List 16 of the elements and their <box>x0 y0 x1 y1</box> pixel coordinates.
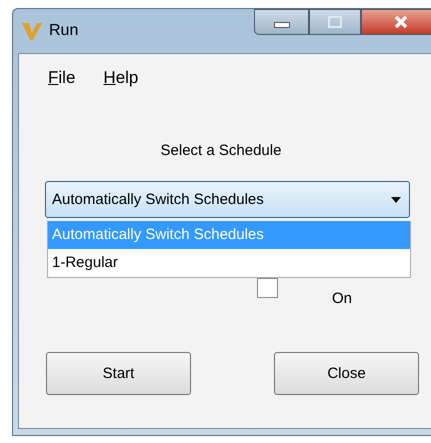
prompt-label: Select a Schedule <box>160 142 282 159</box>
v-logo-icon <box>21 21 43 41</box>
checkbox[interactable] <box>257 278 278 298</box>
minimize-button[interactable] <box>254 9 309 35</box>
checkbox-label: On <box>332 290 352 307</box>
menu-item[interactable]: File <box>48 68 76 98</box>
close-icon <box>393 15 409 29</box>
window-title: Run <box>49 22 78 40</box>
maximize-button[interactable] <box>309 9 361 35</box>
close-button[interactable] <box>361 9 431 35</box>
close-dialog-button[interactable]: Close <box>274 352 419 395</box>
start-button[interactable]: Start <box>46 352 191 395</box>
menu-item[interactable]: Help <box>103 68 138 98</box>
schedule-dropdown[interactable]: Automatically Switch Schedules <box>45 181 410 218</box>
caret-icon <box>391 196 401 202</box>
dropdown-option[interactable]: 1-Regular <box>48 249 410 277</box>
